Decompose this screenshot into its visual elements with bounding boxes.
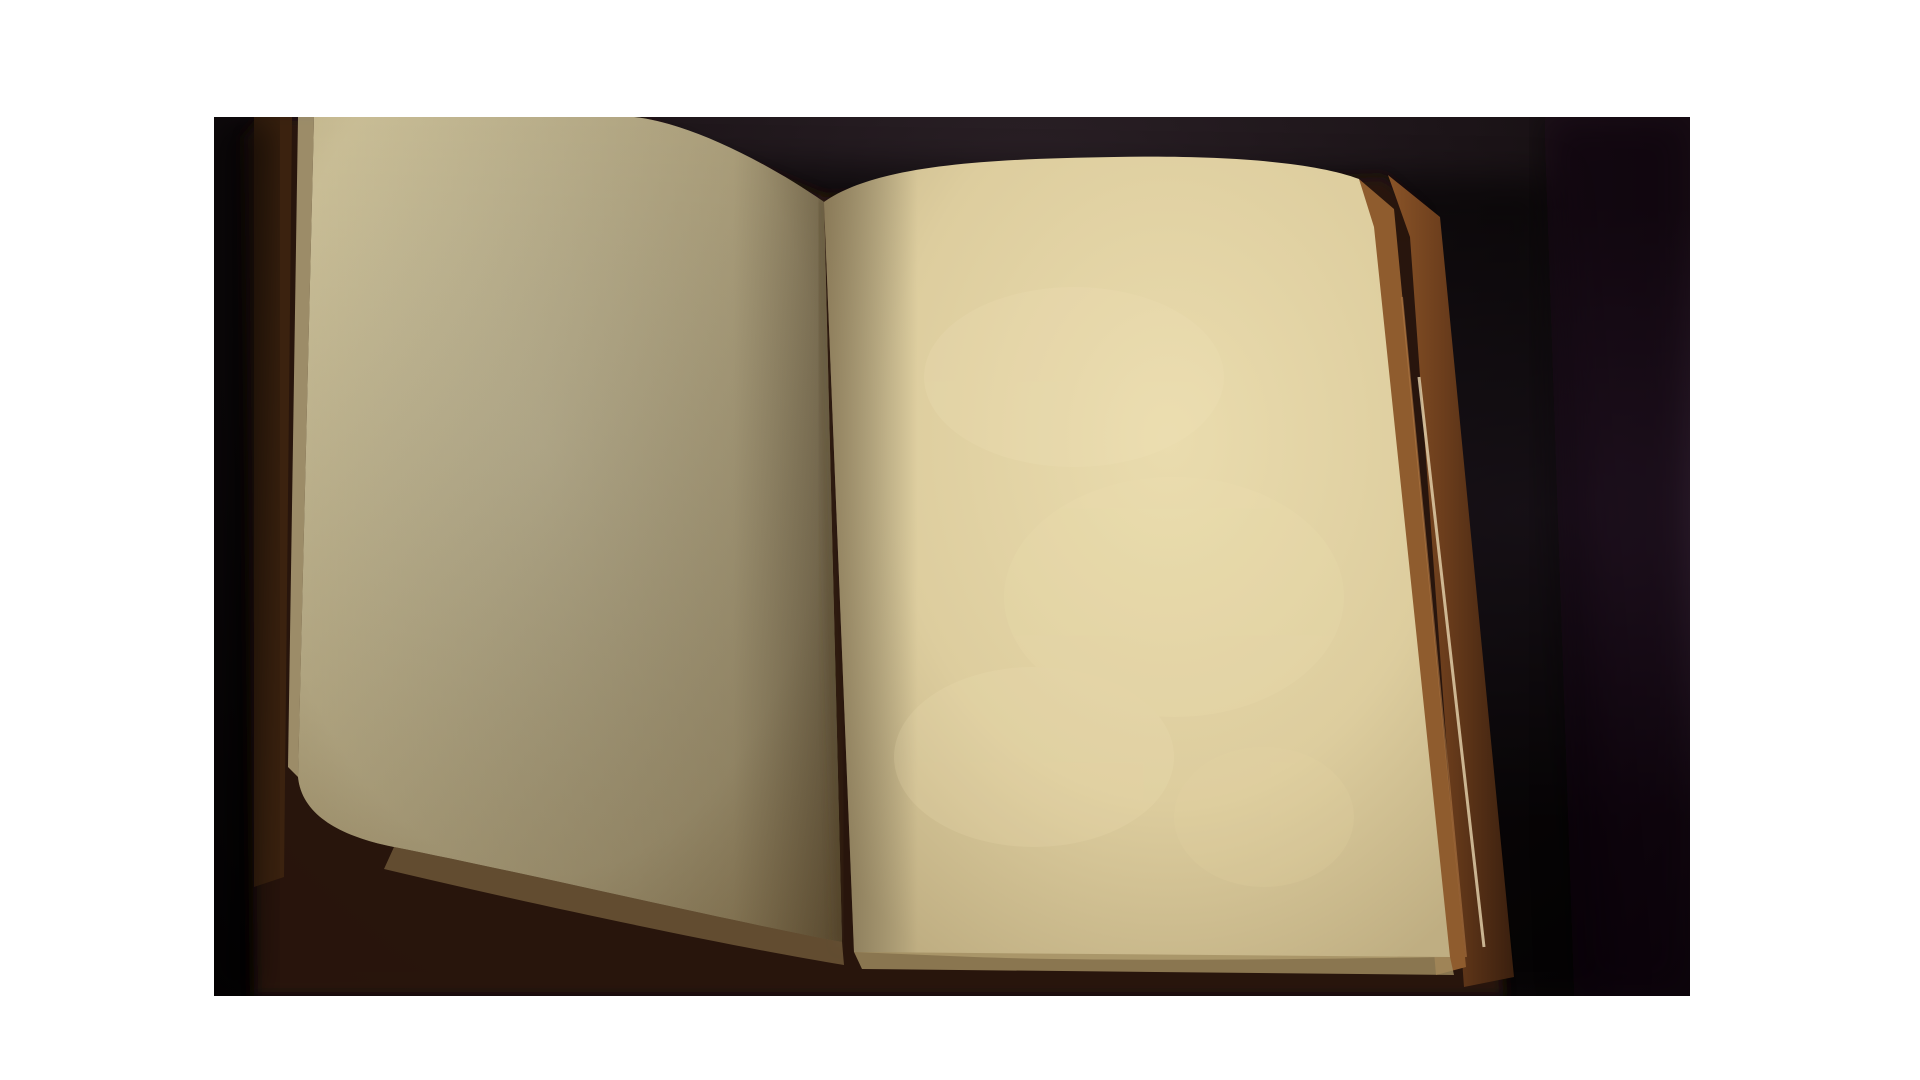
open-book-photo [214, 117, 1690, 996]
page-canvas [0, 0, 1920, 1080]
open-book-illustration [214, 117, 1690, 996]
